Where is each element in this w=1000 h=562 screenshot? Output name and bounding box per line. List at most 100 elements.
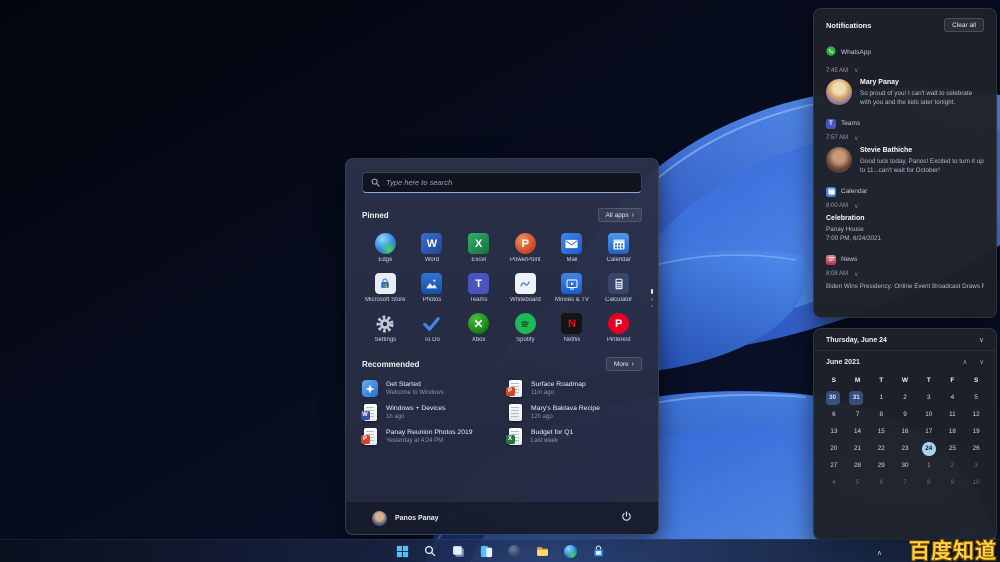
calendar-day[interactable]: 5	[964, 389, 988, 406]
calendar-day[interactable]: 10	[917, 406, 941, 423]
news-headline[interactable]: Biden Wins Presidency: Online Event Broa…	[826, 283, 984, 290]
calendar-day[interactable]: 18	[941, 423, 965, 440]
calendar-day[interactable]: 25	[941, 440, 965, 457]
calendar-day[interactable]: 17	[917, 423, 941, 440]
calendar-day[interactable]: 30	[893, 457, 917, 474]
calendar-day[interactable]: 12	[964, 406, 988, 423]
calendar-day[interactable]: 31	[846, 389, 867, 406]
pinned-app-spotify[interactable]: Spotify	[502, 310, 549, 345]
calendar-day[interactable]: 28	[846, 457, 870, 474]
calendar-day[interactable]: 26	[964, 440, 988, 457]
calendar-day[interactable]: 9	[941, 474, 965, 491]
more-button[interactable]: More ›	[606, 357, 642, 371]
recommended-title: Mary's Baklava Recipe	[531, 405, 600, 414]
chevron-down-icon[interactable]: ∨	[854, 67, 858, 74]
calendar-day[interactable]: 2	[941, 457, 965, 474]
calendar-day-selected[interactable]: 24	[917, 440, 941, 457]
calendar-day[interactable]: 30	[822, 389, 843, 406]
calendar-day[interactable]: 21	[846, 440, 870, 457]
notification-card[interactable]: CelebrationPanay House7:00 PM, 6/24/2021	[826, 215, 984, 244]
calendar-day[interactable]: 9	[893, 406, 917, 423]
taskbar-store-button[interactable]	[590, 543, 607, 560]
user-profile-button[interactable]: Panos Panay	[372, 511, 439, 526]
recommended-item-budget-for-q1[interactable]: XBudget for Q1Last week	[507, 428, 642, 445]
pinned-app-excel[interactable]: XExcel	[455, 230, 502, 265]
tray-chevron-icon[interactable]: ∧	[877, 550, 882, 557]
calendar-day[interactable]: 1	[869, 389, 893, 406]
calendar-day[interactable]: 2	[893, 389, 917, 406]
calendar-month-label[interactable]: June 2021	[826, 359, 860, 366]
calendar-day[interactable]: 4	[822, 474, 846, 491]
calendar-day[interactable]: 7	[893, 474, 917, 491]
search-input[interactable]: Type here to search	[362, 172, 642, 193]
pinned-app-calculator[interactable]: Calculator	[595, 270, 642, 305]
pinned-app-microsoft-store[interactable]: Microsoft Store	[362, 270, 409, 305]
all-apps-button[interactable]: All apps ›	[598, 208, 642, 222]
power-button[interactable]	[621, 509, 632, 527]
recommended-item-panay-reunion-photos-2019[interactable]: PPanay Reunion Photos 2019Yesterday at 4…	[362, 428, 497, 445]
pinned-app-xbox[interactable]: Xbox	[455, 310, 502, 345]
recommended-item-get-started[interactable]: Get StartedWelcome to Windows	[362, 380, 497, 397]
taskbar-widgets-button[interactable]	[478, 543, 495, 560]
page-dot[interactable]	[651, 305, 654, 308]
calendar-day[interactable]: 10	[964, 474, 988, 491]
taskbar-file-explorer-button[interactable]	[534, 543, 551, 560]
pinned-app-word[interactable]: WWord	[409, 230, 456, 265]
recommended-item-windows-devices[interactable]: WWindows + Devices1h ago	[362, 404, 497, 421]
pinned-app-movies-tv[interactable]: Movies & TV	[549, 270, 596, 305]
recommended-item-mary-s-baklava-recipe[interactable]: Mary's Baklava Recipe12h ago	[507, 404, 642, 421]
calendar-day[interactable]: 27	[822, 457, 846, 474]
calendar-next-icon[interactable]: ∨	[979, 358, 984, 366]
page-dot[interactable]	[651, 298, 654, 301]
pinned-page-dots[interactable]	[651, 289, 654, 307]
recommended-item-surface-roadmap[interactable]: PSurface Roadmap11m ago	[507, 380, 642, 397]
pinned-app-mail[interactable]: Mail	[549, 230, 596, 265]
pinned-app-calendar[interactable]: Calendar	[595, 230, 642, 265]
taskbar-edge-button[interactable]	[562, 543, 579, 560]
calendar-day[interactable]: 23	[893, 440, 917, 457]
calendar-day[interactable]: 15	[869, 423, 893, 440]
pinned-app-whiteboard[interactable]: Whiteboard	[502, 270, 549, 305]
pinned-app-settings[interactable]: Settings	[362, 310, 409, 345]
notification-card[interactable]: Stevie BathicheGood luck today, Panos! E…	[826, 147, 984, 176]
chevron-down-icon[interactable]: ∨	[854, 271, 858, 278]
pinned-app-edge[interactable]: Edge	[362, 230, 409, 265]
chevron-down-icon[interactable]: ∨	[854, 203, 858, 210]
calendar-day[interactable]: 29	[869, 457, 893, 474]
notification-card[interactable]: Mary PanaySo proud of you! I can't wait …	[826, 79, 984, 108]
taskbar-teams-chat-button[interactable]	[506, 543, 523, 560]
calendar-day[interactable]: 11	[941, 406, 965, 423]
calendar-day[interactable]: 3	[917, 389, 941, 406]
pinned-app-powerpoint[interactable]: PPowerPoint	[502, 230, 549, 265]
calendar-day[interactable]: 14	[846, 423, 870, 440]
calendar-day[interactable]: 22	[869, 440, 893, 457]
pinned-app-label: PowerPoint	[510, 257, 541, 263]
calendar-day[interactable]: 8	[917, 474, 941, 491]
calendar-collapse-icon[interactable]: ∨	[979, 336, 984, 344]
calendar-day[interactable]: 5	[846, 474, 870, 491]
calendar-day[interactable]: 4	[941, 389, 965, 406]
taskbar-start-button[interactable]	[394, 543, 411, 560]
notification-time: 8:08 AM	[826, 271, 848, 277]
calendar-prev-icon[interactable]: ∧	[962, 358, 967, 366]
calendar-day[interactable]: 19	[964, 423, 988, 440]
calendar-day[interactable]: 8	[869, 406, 893, 423]
chevron-down-icon[interactable]: ∨	[854, 135, 858, 142]
pinned-app-pinterest[interactable]: PPinterest	[595, 310, 642, 345]
calendar-day[interactable]: 20	[822, 440, 846, 457]
pinned-app-photos[interactable]: Photos	[409, 270, 456, 305]
calendar-day[interactable]: 13	[822, 423, 846, 440]
pinned-app-to-do[interactable]: To Do	[409, 310, 456, 345]
clear-all-button[interactable]: Clear all	[944, 18, 984, 32]
calendar-day[interactable]: 6	[869, 474, 893, 491]
pinned-app-teams[interactable]: TTeams	[455, 270, 502, 305]
calendar-day[interactable]: 7	[846, 406, 870, 423]
page-dot[interactable]	[651, 289, 654, 294]
taskbar-task-view-button[interactable]	[450, 543, 467, 560]
calendar-day[interactable]: 16	[893, 423, 917, 440]
calendar-day[interactable]: 1	[917, 457, 941, 474]
calendar-day[interactable]: 6	[822, 406, 846, 423]
calendar-day[interactable]: 3	[964, 457, 988, 474]
pinned-app-netflix[interactable]: NNetflix	[549, 310, 596, 345]
taskbar-search-button[interactable]	[422, 543, 439, 560]
